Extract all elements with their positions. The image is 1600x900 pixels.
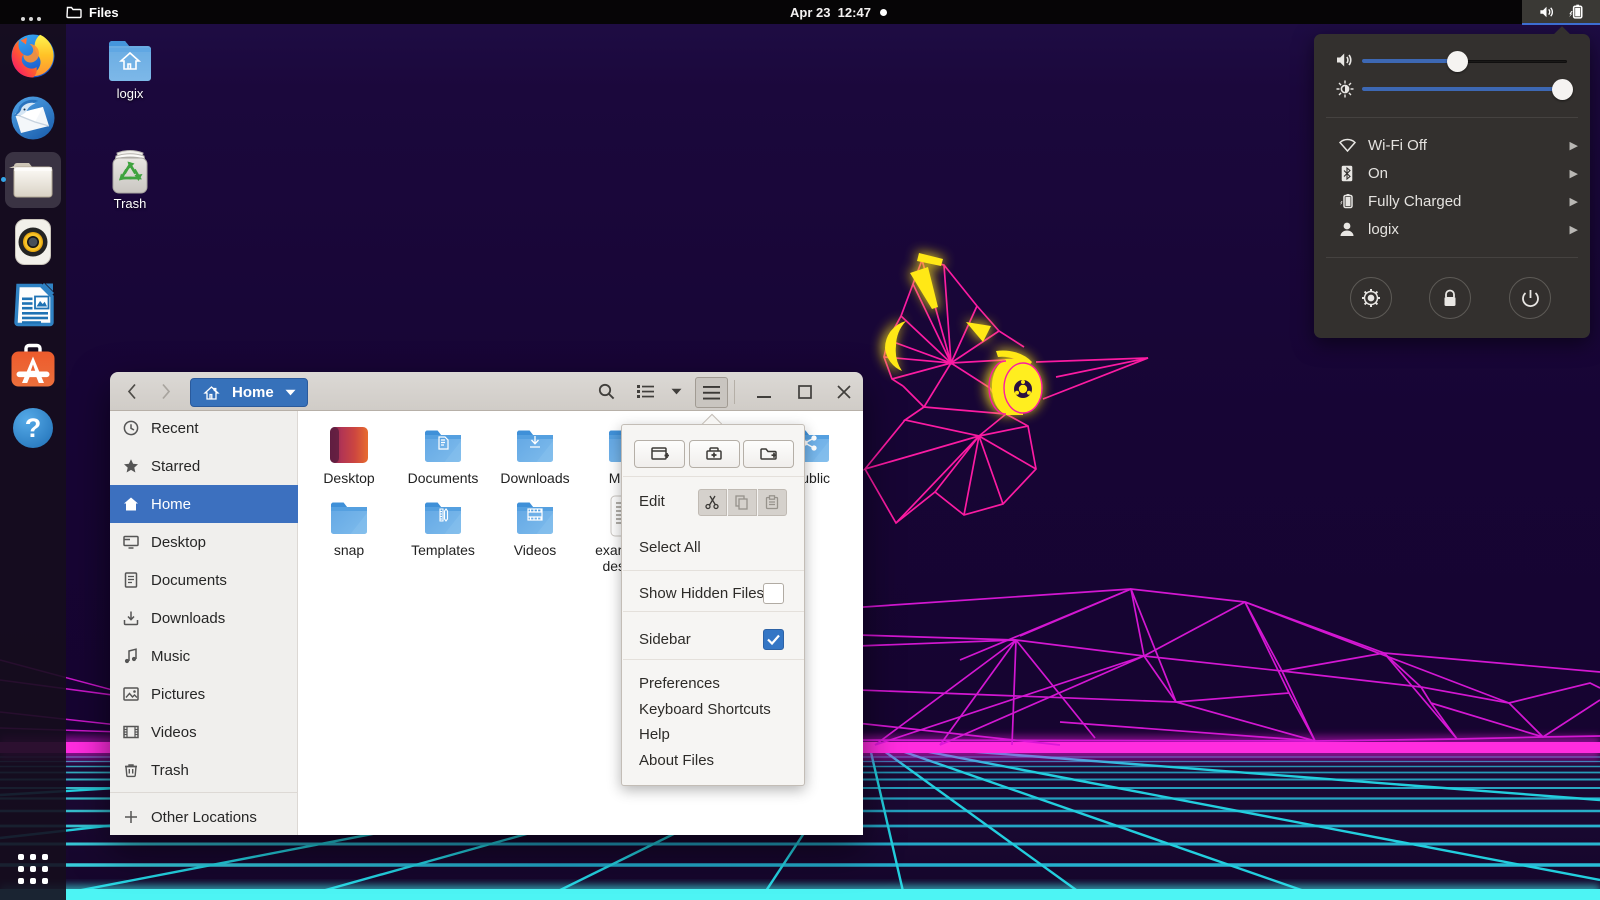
svg-text:?: ? xyxy=(25,413,42,443)
